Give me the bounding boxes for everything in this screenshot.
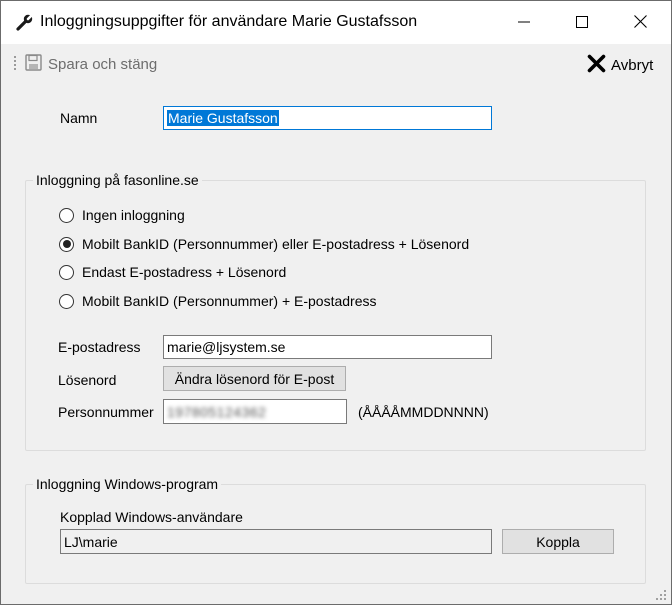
linked-user-label: Kopplad Windows-användare [60,509,243,525]
cancel-button[interactable]: Avbryt [587,54,653,77]
minimize-button[interactable] [495,1,553,44]
name-input[interactable]: Marie Gustafsson [163,106,492,130]
radio-button-selected[interactable] [59,236,74,252]
radio-label: Mobilt BankID (Personnummer) eller E-pos… [82,236,470,252]
toolbar-grip-icon[interactable] [13,56,17,70]
minimize-icon [518,15,530,31]
close-icon [633,14,647,31]
close-x-icon [587,54,606,77]
save-and-close-button[interactable]: Spara och stäng [25,54,157,75]
close-window-button[interactable] [611,1,669,44]
maximize-icon [576,15,588,31]
radio-email-only[interactable]: Endast E-postadress + Lösenord [59,264,286,280]
personnummer-input[interactable]: 197805124362 [163,399,347,424]
save-and-close-label: Spara och stäng [48,56,158,73]
wrench-icon [15,12,35,32]
email-input[interactable]: marie@ljsystem.se [163,335,492,359]
radio-bankid-or-email[interactable]: Mobilt BankID (Personnummer) eller E-pos… [59,236,469,252]
radio-no-login[interactable]: Ingen inloggning [59,207,185,223]
personnummer-format-hint: (ÅÅÅÅMMDDNNNN) [358,404,489,420]
cancel-label: Avbryt [611,57,654,74]
radio-button[interactable] [59,293,74,309]
resize-grip-icon[interactable] [655,588,667,600]
radio-bankid-and-email[interactable]: Mobilt BankID (Personnummer) + E-postadr… [59,293,377,309]
radio-button[interactable] [59,264,74,280]
title-bar: Inloggningsuppgifter för användare Marie… [1,1,671,44]
personnummer-value: 197805124362 [167,403,267,420]
windows-login-group-title: Inloggning Windows-program [33,476,222,492]
connect-button[interactable]: Koppla [502,529,614,554]
personnummer-label: Personnummer [58,404,154,420]
dialog-window: Inloggningsuppgifter för användare Marie… [0,0,672,605]
email-label: E-postadress [58,339,141,355]
radio-label: Mobilt BankID (Personnummer) + E-postadr… [82,293,377,309]
email-value: marie@ljsystem.se [167,339,286,355]
radio-label: Endast E-postadress + Lösenord [82,264,287,280]
form-content: Namn Marie Gustafsson Inloggning på faso… [1,86,671,604]
name-value: Marie Gustafsson [167,110,279,126]
web-login-group-title: Inloggning på fasonline.se [33,172,202,188]
floppy-disk-icon [25,54,42,75]
window-title: Inloggningsuppgifter för användare Marie… [40,13,418,30]
radio-button[interactable] [59,207,74,223]
radio-label: Ingen inloggning [82,207,185,223]
maximize-button[interactable] [553,1,611,44]
password-label: Lösenord [58,372,117,388]
name-label: Namn [60,110,98,126]
change-password-button[interactable]: Ändra lösenord för E-post [163,366,346,391]
toolbar: Spara och stäng Avbryt [1,44,671,86]
linked-user-field: LJ\marie [60,529,492,554]
linked-user-value: LJ\marie [64,533,118,550]
